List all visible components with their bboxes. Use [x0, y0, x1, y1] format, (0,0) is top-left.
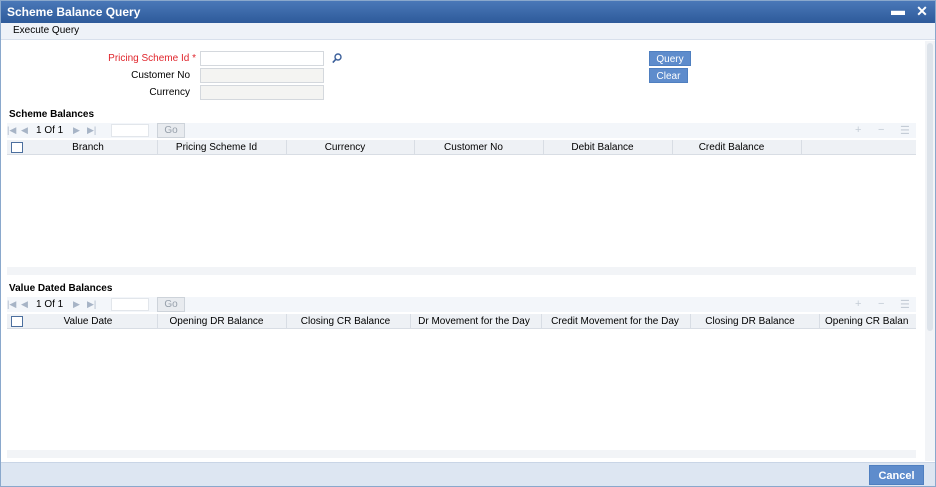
- page-indicator: 1 Of 1: [36, 125, 64, 136]
- window-title: Scheme Balance Query: [7, 5, 141, 19]
- column-header[interactable]: Debit Balance: [543, 142, 662, 153]
- column-header[interactable]: Credit Movement for the Day: [543, 316, 687, 327]
- column-header[interactable]: Dr Movement for the Day: [411, 316, 537, 327]
- column-header[interactable]: Currency: [286, 142, 404, 153]
- column-header[interactable]: Customer No: [414, 142, 533, 153]
- customer-no-label: Customer No: [131, 70, 190, 81]
- search-icon[interactable]: [332, 53, 342, 64]
- prev-page-icon[interactable]: ◀: [21, 125, 28, 136]
- delete-row-icon[interactable]: −: [878, 124, 884, 136]
- column-header[interactable]: Credit Balance: [672, 142, 791, 153]
- value-dated-balances-grid-body: [7, 330, 916, 448]
- value-dated-balances-title: Value Dated Balances: [9, 283, 113, 294]
- execute-query-menu-item[interactable]: Execute Query: [13, 25, 79, 36]
- column-header[interactable]: Opening CR Balan: [825, 316, 916, 327]
- go-button[interactable]: Go: [157, 123, 185, 138]
- add-row-icon[interactable]: +: [855, 124, 861, 136]
- value-dated-balances-grid-header: Value Date Opening DR Balance Closing CR…: [7, 314, 916, 329]
- currency-label: Currency: [149, 87, 190, 98]
- select-all-checkbox[interactable]: [11, 316, 23, 327]
- first-page-icon[interactable]: |◀: [7, 299, 16, 310]
- column-header[interactable]: Value Date: [29, 316, 147, 327]
- minimize-icon[interactable]: ▬: [890, 3, 906, 19]
- last-page-icon[interactable]: ▶|: [87, 299, 96, 310]
- single-view-icon[interactable]: ☰: [900, 124, 910, 137]
- select-all-checkbox[interactable]: [11, 142, 23, 153]
- footer-bar: [1, 462, 935, 486]
- go-button[interactable]: Go: [157, 297, 185, 312]
- clear-button[interactable]: Clear: [649, 68, 688, 83]
- query-button[interactable]: Query: [649, 51, 691, 66]
- cancel-button[interactable]: Cancel: [869, 465, 924, 485]
- pricing-scheme-id-input[interactable]: [200, 51, 324, 66]
- currency-input[interactable]: [200, 85, 324, 100]
- single-view-icon[interactable]: ☰: [900, 298, 910, 311]
- last-page-icon[interactable]: ▶|: [87, 125, 96, 136]
- next-page-icon[interactable]: ▶: [73, 125, 80, 136]
- value-dated-balances-pager: |◀ ◀ 1 Of 1 ▶ ▶| Go + − ☰: [7, 297, 916, 312]
- first-page-icon[interactable]: |◀: [7, 125, 16, 136]
- goto-page-input[interactable]: [111, 298, 149, 311]
- page-indicator: 1 Of 1: [36, 299, 64, 310]
- scheme-balances-grid-body: [7, 156, 916, 266]
- scheme-balances-hscrollbar[interactable]: [7, 267, 916, 275]
- column-header[interactable]: Closing CR Balance: [286, 316, 405, 327]
- menu-bar: Execute Query: [1, 23, 935, 40]
- scheme-balances-title: Scheme Balances: [9, 109, 95, 120]
- column-header[interactable]: Closing DR Balance: [690, 316, 810, 327]
- column-header[interactable]: Branch: [29, 142, 147, 153]
- scheme-balances-grid-header: Branch Pricing Scheme Id Currency Custom…: [7, 140, 916, 155]
- column-header[interactable]: Pricing Scheme Id: [157, 142, 276, 153]
- pricing-scheme-id-label: Pricing Scheme Id *: [108, 53, 196, 64]
- column-header[interactable]: Opening DR Balance: [157, 316, 276, 327]
- value-dated-balances-hscrollbar[interactable]: [7, 450, 916, 458]
- add-row-icon[interactable]: +: [855, 298, 861, 310]
- prev-page-icon[interactable]: ◀: [21, 299, 28, 310]
- vertical-scrollbar-thumb[interactable]: [927, 43, 933, 331]
- scheme-balance-query-window: Scheme Balance Query ▬ ✕ Execute Query P…: [0, 0, 936, 487]
- title-bar: Scheme Balance Query ▬ ✕: [1, 1, 935, 23]
- close-icon[interactable]: ✕: [914, 3, 930, 19]
- next-page-icon[interactable]: ▶: [73, 299, 80, 310]
- customer-no-input[interactable]: [200, 68, 324, 83]
- delete-row-icon[interactable]: −: [878, 298, 884, 310]
- scheme-balances-pager: |◀ ◀ 1 Of 1 ▶ ▶| Go + − ☰: [7, 123, 916, 138]
- goto-page-input[interactable]: [111, 124, 149, 137]
